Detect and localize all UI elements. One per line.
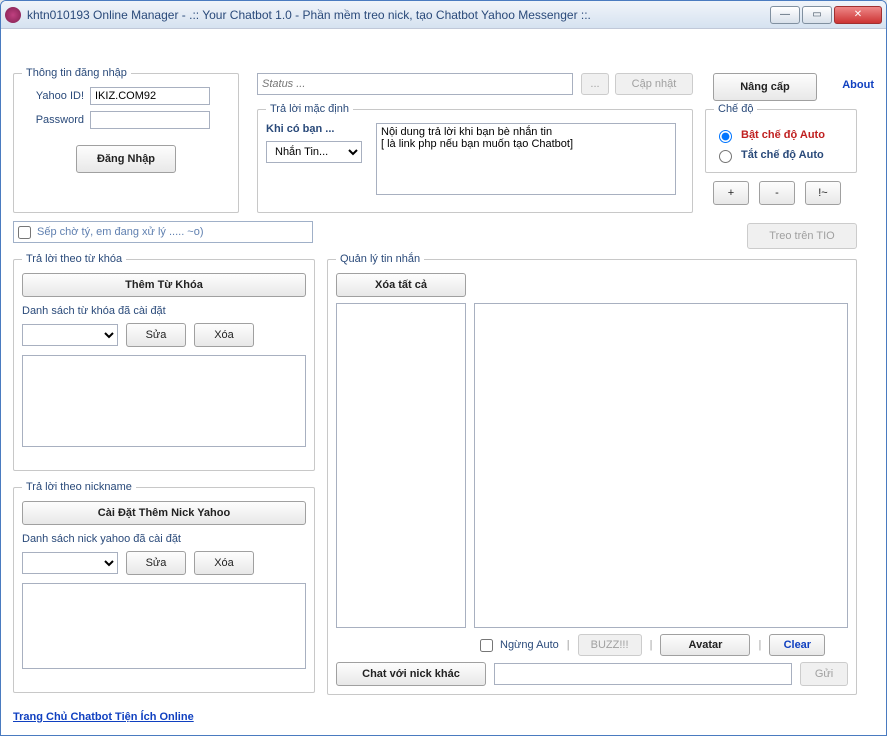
- window-title: khtn010193 Online Manager - .:: Your Cha…: [27, 8, 770, 22]
- clear-button[interactable]: Clear: [769, 634, 825, 656]
- app-icon: [5, 7, 21, 23]
- keyword-textarea[interactable]: [22, 355, 306, 447]
- keyword-legend: Trả lời theo từ khóa: [22, 253, 126, 265]
- close-button[interactable]: ✕: [834, 6, 882, 24]
- login-button[interactable]: Đăng Nhập: [76, 145, 176, 173]
- mode-group: Chế độ Bật chế độ Auto Tắt chế độ Auto: [705, 103, 857, 173]
- yahoo-id-label: Yahoo ID!: [22, 90, 84, 102]
- footer-link[interactable]: Trang Chủ Chatbot Tiện Ích Online: [13, 711, 194, 723]
- content-area: Thông tin đăng nhập Yahoo ID! Password Đ…: [1, 29, 886, 735]
- msg-legend: Quản lý tin nhắn: [336, 253, 424, 265]
- titlebar[interactable]: khtn010193 Online Manager - .:: Your Cha…: [1, 1, 886, 29]
- wait-checkbox[interactable]: [18, 226, 31, 239]
- about-link[interactable]: About: [842, 79, 874, 91]
- nick-edit-button[interactable]: Sửa: [126, 551, 186, 575]
- chat-pane[interactable]: [474, 303, 848, 628]
- plus-button[interactable]: +: [713, 181, 749, 205]
- keyword-list-label: Danh sách từ khóa đã cài đặt: [22, 305, 306, 317]
- wait-row: Sếp chờ tý, em đang xử lý ..... ~o): [13, 221, 313, 243]
- plus-minus-row: + - !~: [713, 181, 841, 205]
- auto-off-label: Tắt chế độ Auto: [741, 149, 824, 161]
- buzz-button[interactable]: BUZZ!!!: [578, 634, 642, 656]
- excl-button[interactable]: !~: [805, 181, 841, 205]
- auto-on-radio[interactable]: [719, 130, 732, 143]
- mode-legend: Chế độ: [714, 103, 757, 115]
- nickname-legend: Trả lời theo nickname: [22, 481, 136, 493]
- maximize-button[interactable]: ▭: [802, 6, 832, 24]
- minimize-button[interactable]: —: [770, 6, 800, 24]
- status-browse-button[interactable]: ...: [581, 73, 609, 95]
- app-window: khtn010193 Online Manager - .:: Your Cha…: [0, 0, 887, 736]
- yahoo-id-input[interactable]: [90, 87, 210, 105]
- keyword-dropdown[interactable]: [22, 324, 118, 346]
- send-button[interactable]: Gửi: [800, 662, 848, 686]
- auto-on-label: Bật chế độ Auto: [741, 129, 825, 141]
- login-group: Thông tin đăng nhập Yahoo ID! Password Đ…: [13, 67, 239, 213]
- keyword-delete-button[interactable]: Xóa: [194, 323, 254, 347]
- stop-auto-label: Ngừng Auto: [500, 639, 559, 651]
- window-buttons: — ▭ ✕: [770, 6, 882, 24]
- login-legend: Thông tin đăng nhập: [22, 67, 131, 79]
- clear-all-button[interactable]: Xóa tất cả: [336, 273, 466, 297]
- tio-button[interactable]: Treo trên TIO: [747, 223, 857, 249]
- nick-list-pane[interactable]: [336, 303, 466, 628]
- nick-list-label: Danh sách nick yahoo đã cài đặt: [22, 533, 306, 545]
- chat-other-button[interactable]: Chat với nick khác: [336, 662, 486, 686]
- avatar-button[interactable]: Avatar: [660, 634, 750, 656]
- auto-off-radio[interactable]: [719, 150, 732, 163]
- default-reply-legend: Trả lời mặc định: [266, 103, 353, 115]
- nickname-group: Trả lời theo nickname Cài Đặt Thêm Nick …: [13, 481, 315, 693]
- message-input[interactable]: [494, 663, 792, 685]
- when-label: Khi có bạn ...: [266, 123, 366, 135]
- nick-dropdown[interactable]: [22, 552, 118, 574]
- default-reply-textarea[interactable]: Nội dung trả lời khi bạn bè nhắn tin [ l…: [376, 123, 676, 195]
- add-keyword-button[interactable]: Thêm Từ Khóa: [22, 273, 306, 297]
- message-manager-group: Quản lý tin nhắn Xóa tất cả Ngừng Auto |…: [327, 253, 857, 695]
- when-dropdown[interactable]: Nhắn Tin...: [266, 141, 362, 163]
- stop-auto-checkbox[interactable]: [480, 639, 493, 652]
- keyword-edit-button[interactable]: Sửa: [126, 323, 186, 347]
- upgrade-button[interactable]: Nâng cấp: [713, 73, 817, 101]
- wait-text: Sếp chờ tý, em đang xử lý ..... ~o): [37, 226, 204, 238]
- default-reply-group: Trả lời mặc định Khi có bạn ... Nhắn Tin…: [257, 103, 693, 213]
- password-label: Password: [22, 114, 84, 126]
- minus-button[interactable]: -: [759, 181, 795, 205]
- status-input[interactable]: [257, 73, 573, 95]
- update-button[interactable]: Cập nhật: [615, 73, 693, 95]
- keyword-group: Trả lời theo từ khóa Thêm Từ Khóa Danh s…: [13, 253, 315, 471]
- nick-textarea[interactable]: [22, 583, 306, 669]
- nick-delete-button[interactable]: Xóa: [194, 551, 254, 575]
- password-input[interactable]: [90, 111, 210, 129]
- add-nick-button[interactable]: Cài Đặt Thêm Nick Yahoo: [22, 501, 306, 525]
